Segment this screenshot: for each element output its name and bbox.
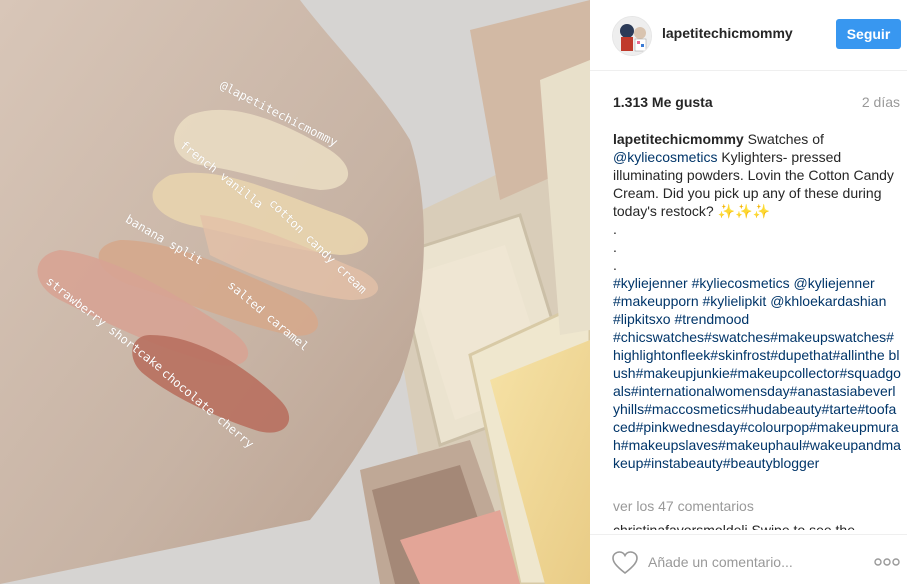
caption: lapetitechicmommy Swatches of @kyliecosm… [613,130,901,472]
caption-mention[interactable]: @kyliecosmetics [613,149,717,165]
post-photo[interactable]: @lapetitechicmommy french vanilla cotton… [0,0,590,584]
caption-username[interactable]: lapetitechicmommy [613,131,744,147]
avatar-image [613,17,651,55]
caption-text-before: Swatches of [743,131,824,147]
follow-button[interactable]: Seguir [836,19,901,49]
avatar[interactable] [612,16,652,56]
view-all-comments-link[interactable]: ver los 47 comentarios [613,498,754,514]
caption-dot: . [613,221,617,237]
caption-dot: . [613,239,617,255]
username[interactable]: lapetitechicmommy [662,25,793,41]
post-date: 2 días [861,94,900,110]
heart-icon[interactable] [612,551,638,575]
comment-bar [590,534,907,585]
caption-dot: . [613,257,617,273]
photo-scene [0,0,590,584]
comment-input[interactable] [648,547,848,577]
partial-comment: christinafavorsmoldeli Swipe to see the … [613,521,901,530]
partial-comment-text: christinafavorsmoldeli Swipe to see the … [613,522,856,530]
caption-hashtags-line2[interactable]: #chicswatches#swatches#makeupswatches#hi… [613,328,901,472]
post-header: lapetitechicmommy Seguir [590,0,907,71]
post-sidebar: lapetitechicmommy Seguir 1.313 Me gusta … [590,0,907,584]
more-options-icon[interactable] [874,557,900,567]
likes-count[interactable]: 1.313 Me gusta [613,94,713,110]
caption-hashtags-line1[interactable]: #kyliejenner #kyliecosmetics @kyliejenne… [613,274,901,328]
